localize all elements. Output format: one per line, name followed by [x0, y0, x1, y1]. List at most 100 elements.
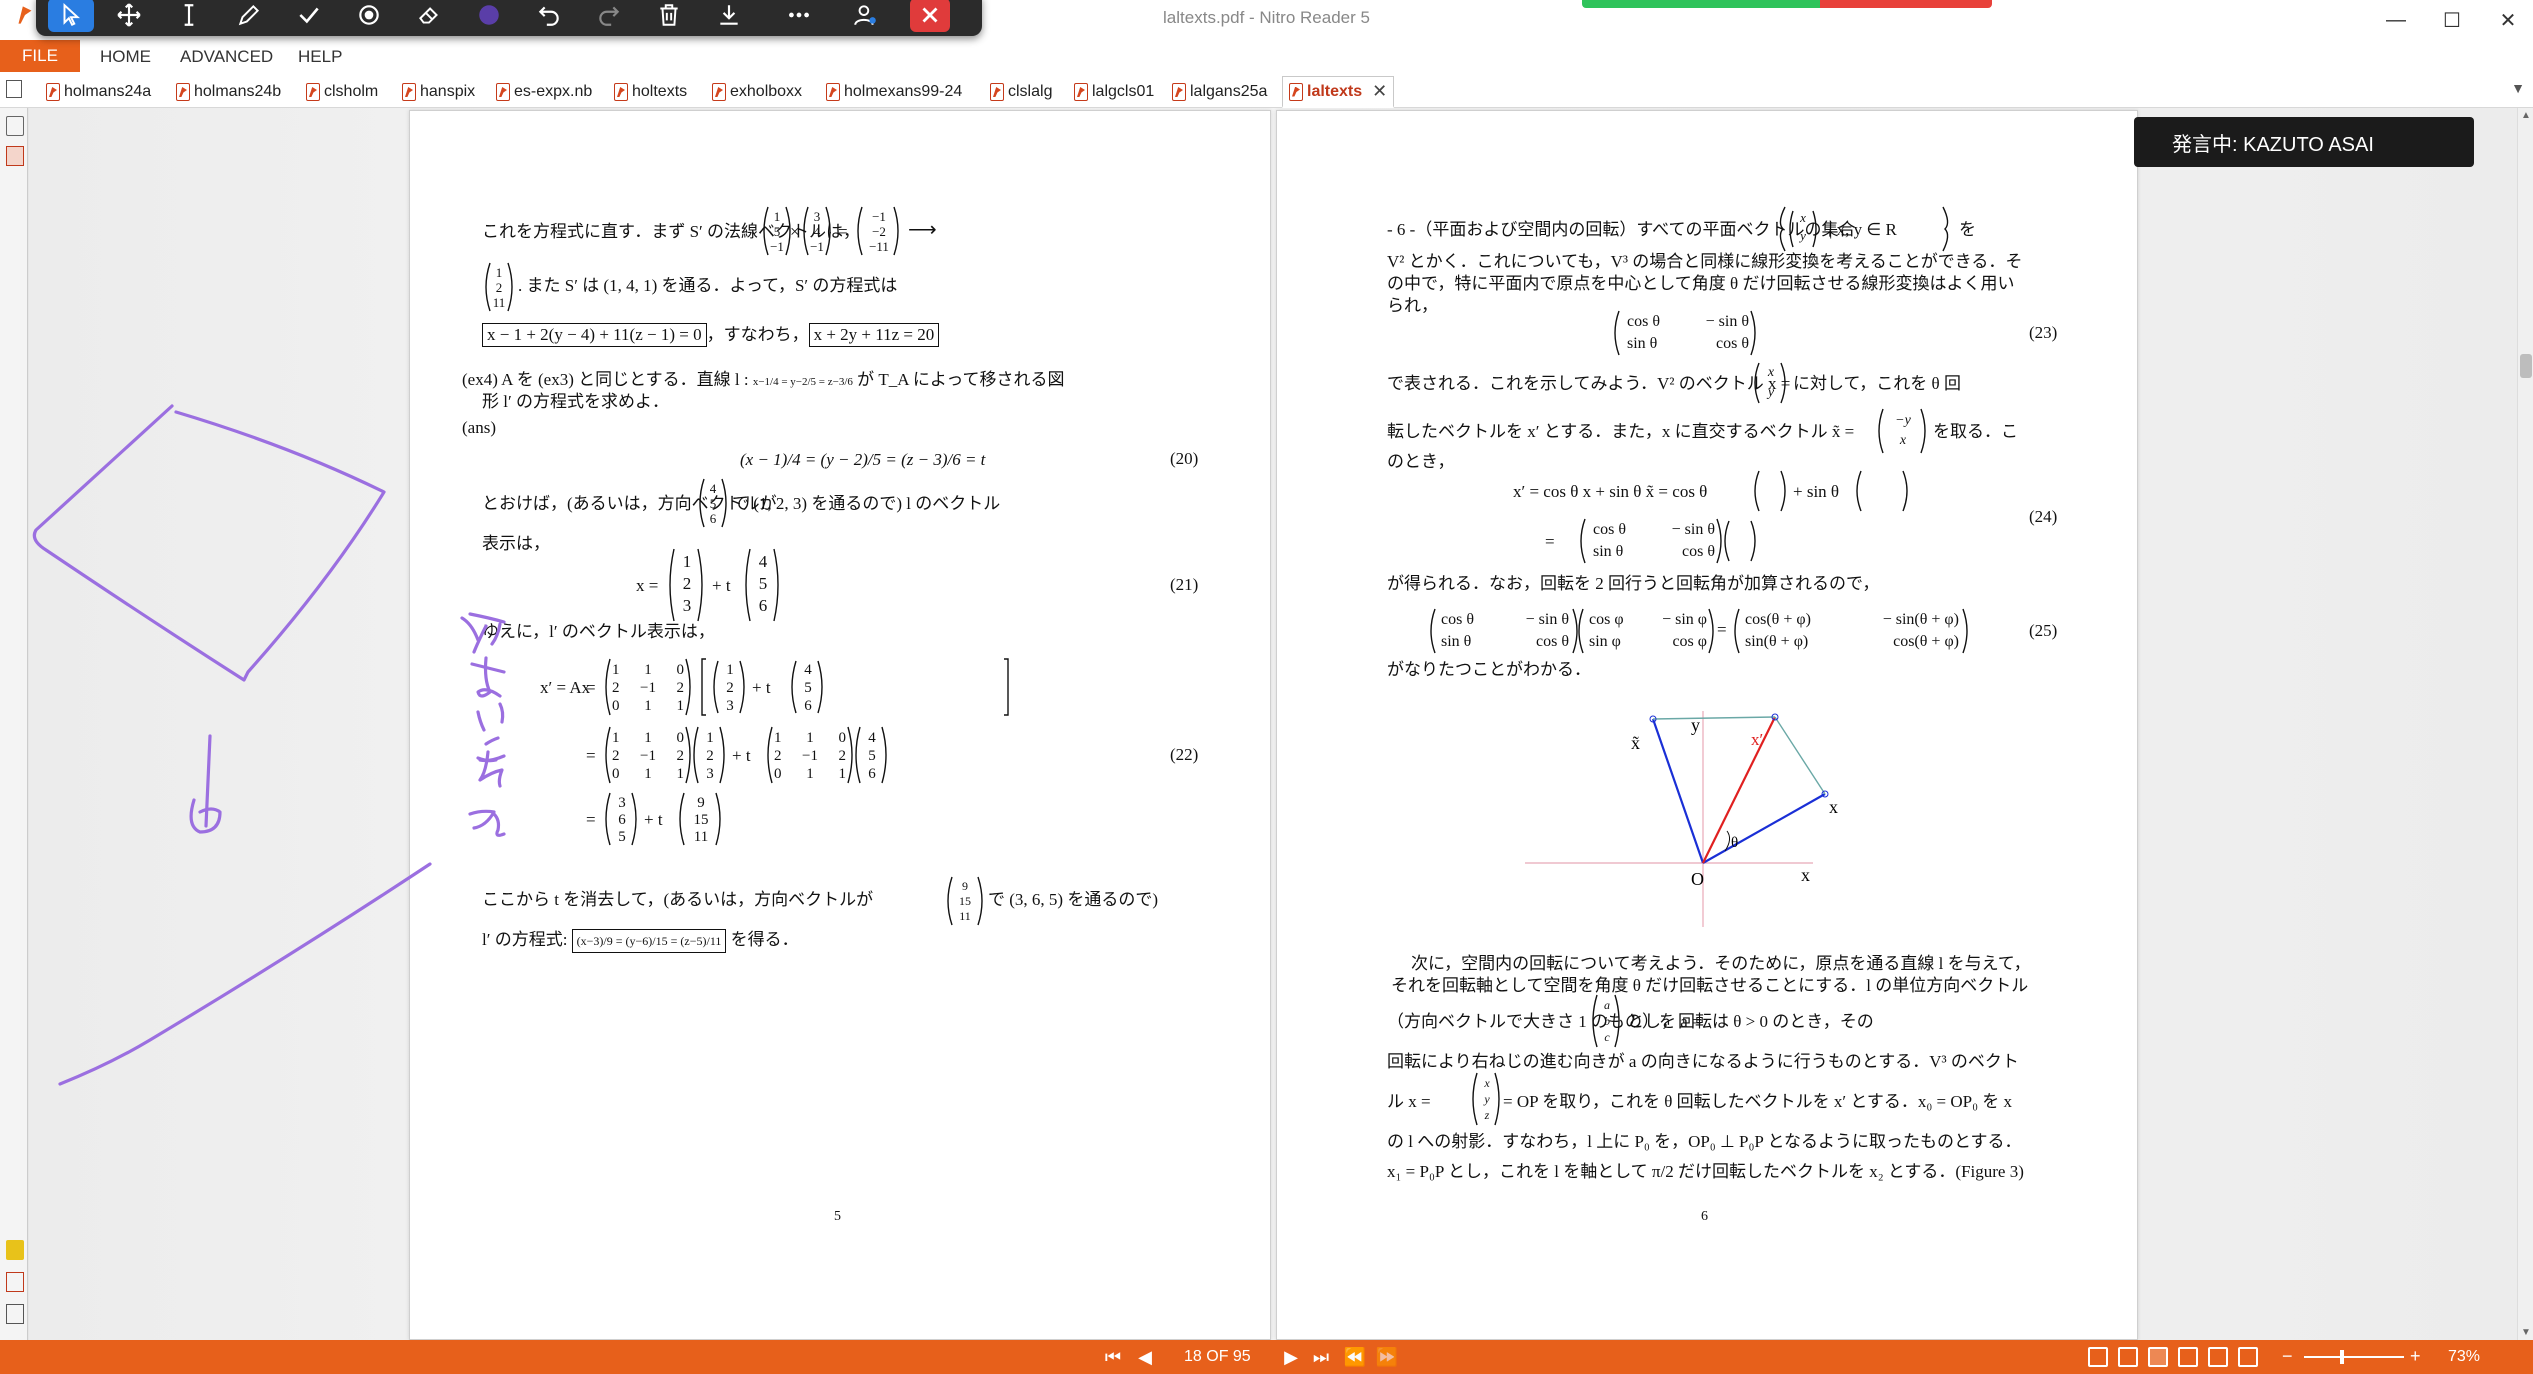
zoom-slider[interactable]	[2304, 1356, 2404, 1358]
eraser-icon[interactable]	[406, 0, 452, 32]
vec-entry: 4	[813, 224, 821, 239]
files-icon[interactable]	[6, 1272, 24, 1292]
redo-icon[interactable]	[586, 0, 632, 32]
menu-file[interactable]: FILE	[0, 40, 80, 72]
close-window-button[interactable]: ✕	[2478, 0, 2533, 40]
pdf-page-6: - 6 -（平面および空間内の回転）すべての平面ベクトルの集合 xy | x, …	[1276, 110, 2138, 1340]
close-toolbar-icon[interactable]	[910, 0, 950, 32]
next-page-icon[interactable]: ▶	[1278, 1346, 1304, 1368]
scroll-up-icon[interactable]: ▲	[2521, 110, 2531, 121]
tab-label: holtexts	[632, 83, 688, 100]
matrix-entry: 0	[774, 766, 782, 782]
p5-line8-text-b: を得る．	[730, 930, 799, 949]
tab-es-expx[interactable]: es-expx.nb	[496, 78, 592, 106]
tab-holmans24b[interactable]: holmans24b	[176, 78, 281, 106]
matrix-entry: 1	[676, 698, 685, 714]
select-arrow-icon[interactable]	[48, 0, 94, 32]
tab-clsholm[interactable]: clsholm	[306, 78, 378, 106]
vec-entry: 2	[726, 680, 734, 696]
vec-entry: 4	[758, 552, 768, 571]
zoom-out-button[interactable]: −	[2282, 1346, 2293, 1367]
tab-laltexts[interactable]: laltexts ✕	[1282, 76, 1395, 108]
vec-entry: 5	[758, 574, 768, 593]
tab-overflow-chevron-icon[interactable]: ▼	[2511, 80, 2525, 96]
vec-entry: 6	[709, 511, 717, 526]
menu-advanced[interactable]: ADVANCED	[180, 47, 273, 67]
vec-entry: 5	[804, 680, 812, 696]
eq22-direction-vector: 4 5 6	[798, 661, 818, 715]
facing-view-icon[interactable]	[2148, 1347, 2168, 1367]
forward-view-icon[interactable]: ⏩	[1374, 1346, 1400, 1368]
tab-clslalg[interactable]: clslalg	[990, 78, 1052, 106]
first-page-icon[interactable]: ⏮	[1100, 1346, 1126, 1368]
menu-help[interactable]: HELP	[298, 47, 342, 67]
color-picker-icon[interactable]	[466, 0, 512, 32]
tab-holmexans99-24[interactable]: holmexans99-24	[826, 78, 962, 106]
tab-hanspix[interactable]: hanspix	[402, 78, 475, 106]
tab-label: clslalg	[1008, 83, 1053, 100]
matrix-entry: 1	[774, 730, 782, 746]
vec-entry: −2	[872, 224, 886, 239]
p6-q4: 回転により右ねじの進む向きが a の向きになるように行うものとする．V³ のベク…	[1387, 1052, 2019, 1071]
matrix-entry: 1	[838, 766, 847, 782]
vec-entry: 9	[697, 795, 705, 811]
menu-home[interactable]: HOME	[100, 47, 151, 67]
matrix-entry: 1	[612, 730, 620, 746]
vector-a: abc	[1604, 998, 1610, 1044]
label-x-tilde: x̃	[1631, 733, 1640, 753]
tab-lalgans25a[interactable]: lalgans25a	[1172, 78, 1267, 106]
continuous-view-icon[interactable]	[2118, 1347, 2138, 1367]
close-tab-icon[interactable]: ✕	[1372, 81, 1387, 102]
page-list-icon[interactable]	[6, 80, 22, 98]
text-cursor-icon[interactable]	[166, 0, 212, 32]
undo-icon[interactable]	[526, 0, 572, 32]
p5-line3: x − 1 + 2(y − 4) + 11(z − 1) = 0 ，すなわち， x …	[482, 323, 940, 347]
minimize-button[interactable]: —	[2366, 0, 2426, 40]
tab-lalgcls01[interactable]: lalgcls01	[1074, 78, 1154, 106]
vec-entry: 1	[682, 552, 692, 571]
scroll-down-icon[interactable]: ▼	[2521, 1327, 2531, 1338]
back-view-icon[interactable]: ⏪	[1342, 1346, 1368, 1368]
pdf-file-icon	[402, 83, 416, 101]
matrix-entry: 0	[838, 730, 847, 746]
equation-number-21: (21)	[1170, 575, 1199, 594]
trash-icon[interactable]	[646, 0, 692, 32]
facing-continuous-view-icon[interactable]	[2178, 1347, 2198, 1367]
comments-icon[interactable]	[6, 1240, 24, 1260]
page-indicator[interactable]: 18 OF 95	[1184, 1348, 1251, 1366]
pdf-file-icon	[712, 83, 726, 101]
download-icon[interactable]	[706, 0, 752, 32]
document-viewport[interactable]: これを方程式に直す．まず S′ の法線ベクトルは， 1 5 −1 × 3 4 −1 = …	[29, 108, 2517, 1340]
tab-exholboxx[interactable]: exholboxx	[712, 78, 802, 106]
pdf-page-5: これを方程式に直す．まず S′ の法線ベクトルは， 1 5 −1 × 3 4 −1 = …	[409, 110, 1271, 1340]
vec-entry: 11	[959, 909, 971, 923]
tab-holmans24a[interactable]: holmans24a	[46, 78, 151, 106]
scrollbar-thumb[interactable]	[2520, 354, 2532, 378]
last-page-icon[interactable]: ⏭	[1308, 1346, 1334, 1368]
single-page-view-icon[interactable]	[2088, 1347, 2108, 1367]
move-icon[interactable]	[106, 0, 152, 32]
user-settings-icon[interactable]	[842, 0, 888, 32]
vec-entry: −1	[810, 239, 824, 254]
matrix-entry: 2	[838, 748, 847, 764]
attachments-icon[interactable]	[6, 146, 24, 166]
page-number: 5	[834, 1209, 841, 1224]
vec-entry: 3	[682, 596, 692, 615]
p5-line4b: で (1, 2, 3) を通るので) l のベクトル	[732, 494, 1001, 513]
bookmarks-icon[interactable]	[6, 116, 24, 136]
pages-icon[interactable]	[6, 1304, 24, 1324]
previous-page-icon[interactable]: ◀	[1132, 1346, 1158, 1368]
maximize-button[interactable]: ☐	[2422, 0, 2482, 40]
zoom-slider-handle[interactable]	[2340, 1350, 2344, 1364]
vertical-scrollbar[interactable]: ▲ ▼	[2517, 108, 2533, 1340]
zoom-level[interactable]: 73%	[2448, 1348, 2480, 1366]
checkmark-icon[interactable]	[286, 0, 332, 32]
stamp-icon[interactable]	[346, 0, 392, 32]
fit-page-icon[interactable]	[2238, 1347, 2258, 1367]
pen-icon[interactable]	[226, 0, 272, 32]
fit-width-icon[interactable]	[2208, 1347, 2228, 1367]
more-options-icon[interactable]	[776, 0, 822, 32]
matrix-entry: −1	[802, 748, 818, 764]
tab-holtexts[interactable]: holtexts	[614, 78, 687, 106]
zoom-in-button[interactable]: +	[2410, 1346, 2421, 1367]
